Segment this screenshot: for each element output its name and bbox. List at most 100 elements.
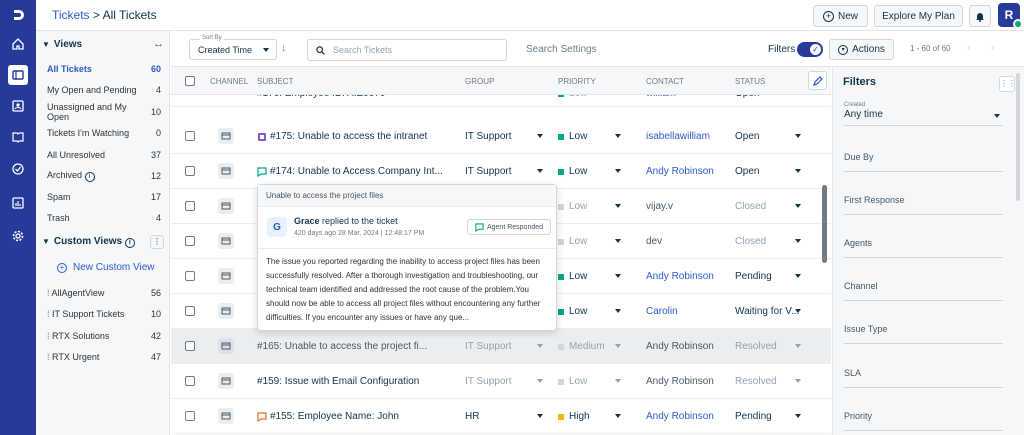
ticket-contact[interactable]: Andy Robinson bbox=[646, 376, 714, 387]
ticket-contact[interactable]: Andy Robinson bbox=[646, 411, 714, 422]
ticket-priority[interactable]: High bbox=[558, 411, 590, 422]
table-scrollbar[interactable] bbox=[822, 185, 827, 263]
chevron-down-icon[interactable] bbox=[795, 274, 801, 278]
row-checkbox[interactable] bbox=[185, 411, 195, 421]
user-avatar[interactable]: R bbox=[998, 3, 1023, 29]
ticket-priority[interactable]: Medium bbox=[558, 341, 605, 352]
logo-icon[interactable] bbox=[8, 5, 28, 25]
chevron-down-icon[interactable] bbox=[615, 379, 621, 383]
chevron-down-icon[interactable] bbox=[537, 344, 543, 348]
views-header[interactable]: ▼ Views ↔ bbox=[42, 36, 164, 52]
view-item-trash[interactable]: Trash 4 bbox=[47, 211, 161, 225]
tickets-icon[interactable] bbox=[8, 65, 28, 85]
ticket-group[interactable]: IT Support bbox=[465, 166, 512, 177]
custom-view-rtx-solutions[interactable]: ⁞ RTX Solutions 42 bbox=[47, 329, 161, 343]
chevron-down-icon[interactable] bbox=[537, 414, 543, 418]
next-page-icon[interactable]: › bbox=[991, 42, 995, 54]
ticket-group[interactable]: IT Support bbox=[465, 341, 512, 352]
knowledge-base-icon[interactable] bbox=[8, 127, 28, 147]
ticket-priority[interactable]: Low bbox=[558, 306, 587, 317]
table-row[interactable]: #155: Employee Name: John HR High Andy R… bbox=[171, 399, 831, 434]
ticket-status[interactable]: Resolved bbox=[735, 376, 777, 387]
row-checkbox[interactable] bbox=[185, 236, 195, 246]
chevron-down-icon[interactable] bbox=[615, 344, 621, 348]
ticket-contact[interactable]: Andy Robinson bbox=[646, 341, 714, 352]
ticket-priority[interactable]: Low bbox=[558, 271, 587, 282]
chevron-down-icon[interactable] bbox=[795, 414, 801, 418]
ticket-status[interactable]: Closed bbox=[735, 236, 766, 247]
chevron-down-icon[interactable] bbox=[615, 309, 621, 313]
info-icon[interactable]: i bbox=[124, 238, 135, 248]
breadcrumb-tickets-link[interactable]: Tickets bbox=[52, 8, 90, 22]
chevron-down-icon[interactable] bbox=[795, 239, 801, 243]
prev-page-icon[interactable]: ‹ bbox=[967, 42, 971, 54]
contacts-icon[interactable] bbox=[8, 96, 28, 116]
new-button[interactable]: + New bbox=[813, 5, 868, 27]
ticket-contact[interactable]: Andy Robinson bbox=[646, 271, 714, 282]
ticket-subject[interactable]: #165: Unable to access the project fi... bbox=[257, 341, 445, 352]
ticket-priority[interactable]: Low bbox=[558, 236, 587, 247]
ticket-status[interactable]: Resolved bbox=[735, 341, 777, 352]
view-item-all-tickets[interactable]: All Tickets 60 bbox=[47, 62, 161, 76]
view-item-unassigned-my-open[interactable]: Unassigned and My Open 10 bbox=[47, 102, 161, 122]
sort-by-select[interactable]: Sort By Created Time bbox=[189, 35, 277, 60]
ticket-subject[interactable]: #155: Employee Name: John bbox=[257, 411, 445, 422]
home-icon[interactable] bbox=[8, 34, 28, 54]
ticket-contact[interactable]: Andy Robinson bbox=[646, 166, 714, 177]
ticket-priority[interactable]: Low bbox=[558, 376, 587, 387]
table-row[interactable]: #159: Issue with Email Configuration IT … bbox=[171, 364, 831, 399]
view-item-all-unresolved[interactable]: All Unresolved 37 bbox=[47, 148, 161, 162]
chevron-down-icon[interactable] bbox=[795, 204, 801, 208]
filter-agents[interactable]: Agents bbox=[844, 238, 1003, 258]
ticket-status[interactable]: Waiting for V... bbox=[735, 306, 799, 317]
ticket-priority[interactable]: Low bbox=[558, 131, 587, 142]
row-checkbox[interactable] bbox=[185, 341, 195, 351]
row-checkbox[interactable] bbox=[185, 271, 195, 281]
ticket-status[interactable]: Pending bbox=[735, 411, 772, 422]
edit-columns-button[interactable] bbox=[808, 71, 827, 90]
search-settings-link[interactable]: Search Settings bbox=[526, 44, 597, 55]
row-checkbox[interactable] bbox=[185, 306, 195, 316]
ticket-contact[interactable]: vijay.v bbox=[646, 201, 673, 212]
ticket-subject[interactable]: #175: Unable to access the intranet bbox=[257, 131, 445, 142]
custom-view-rtx-urgent[interactable]: ⁞ RTX Urgent 47 bbox=[47, 350, 161, 364]
ticket-status[interactable]: Closed bbox=[735, 201, 766, 212]
sort-direction-icon[interactable]: ↓ bbox=[281, 42, 287, 54]
ticket-contact[interactable]: dev bbox=[646, 236, 662, 247]
filter-first-response[interactable]: First Response bbox=[844, 195, 1003, 215]
settings-icon[interactable] bbox=[8, 226, 28, 246]
ticket-contact[interactable]: Carolin bbox=[646, 306, 678, 317]
filters-toggle[interactable]: ✓ bbox=[797, 42, 823, 57]
view-item-watching[interactable]: Tickets I'm Watching 0 bbox=[47, 126, 161, 140]
ticket-priority[interactable]: Low bbox=[558, 166, 587, 177]
expand-arrows-icon[interactable]: ↔ bbox=[153, 38, 164, 50]
table-row[interactable]: #175: Unable to access the intranet IT S… bbox=[171, 119, 831, 154]
custom-view-it-support[interactable]: ⁞ IT Support Tickets 10 bbox=[47, 307, 161, 321]
row-checkbox[interactable] bbox=[185, 166, 195, 176]
ticket-subject[interactable]: #159: Issue with Email Configuration bbox=[257, 376, 445, 387]
chevron-down-icon[interactable] bbox=[615, 239, 621, 243]
drag-handle-icon[interactable]: ⋮⋮ bbox=[999, 76, 1016, 92]
ticket-status[interactable]: Open bbox=[735, 131, 759, 142]
filters-scrollbar[interactable] bbox=[1016, 73, 1020, 201]
filter-priority[interactable]: Priority bbox=[844, 411, 1003, 431]
chevron-down-icon[interactable] bbox=[795, 379, 801, 383]
explore-plan-button[interactable]: Explore My Plan bbox=[874, 5, 963, 27]
new-custom-view-link[interactable]: + New Custom View bbox=[57, 262, 155, 273]
ticket-group[interactable]: IT Support bbox=[465, 131, 512, 142]
filter-created[interactable]: Created Any time bbox=[844, 102, 1003, 126]
chevron-down-icon[interactable] bbox=[537, 169, 543, 173]
view-item-spam[interactable]: Spam 17 bbox=[47, 190, 161, 204]
ticket-subject[interactable]: #174: Unable to Access Company Int... bbox=[257, 166, 445, 177]
chevron-down-icon[interactable] bbox=[615, 134, 621, 138]
chevron-down-icon[interactable] bbox=[795, 344, 801, 348]
info-icon[interactable]: i bbox=[84, 172, 95, 182]
ticket-priority[interactable]: Low bbox=[558, 201, 587, 212]
row-checkbox[interactable] bbox=[185, 376, 195, 386]
select-all-checkbox[interactable] bbox=[185, 76, 195, 86]
chevron-down-icon[interactable] bbox=[615, 169, 621, 173]
chevron-down-icon[interactable] bbox=[537, 379, 543, 383]
search-input[interactable]: Search Tickets bbox=[307, 39, 507, 61]
ticket-contact[interactable]: isabellawilliam bbox=[646, 131, 710, 142]
view-item-archived[interactable]: Archived i 12 bbox=[47, 169, 161, 183]
